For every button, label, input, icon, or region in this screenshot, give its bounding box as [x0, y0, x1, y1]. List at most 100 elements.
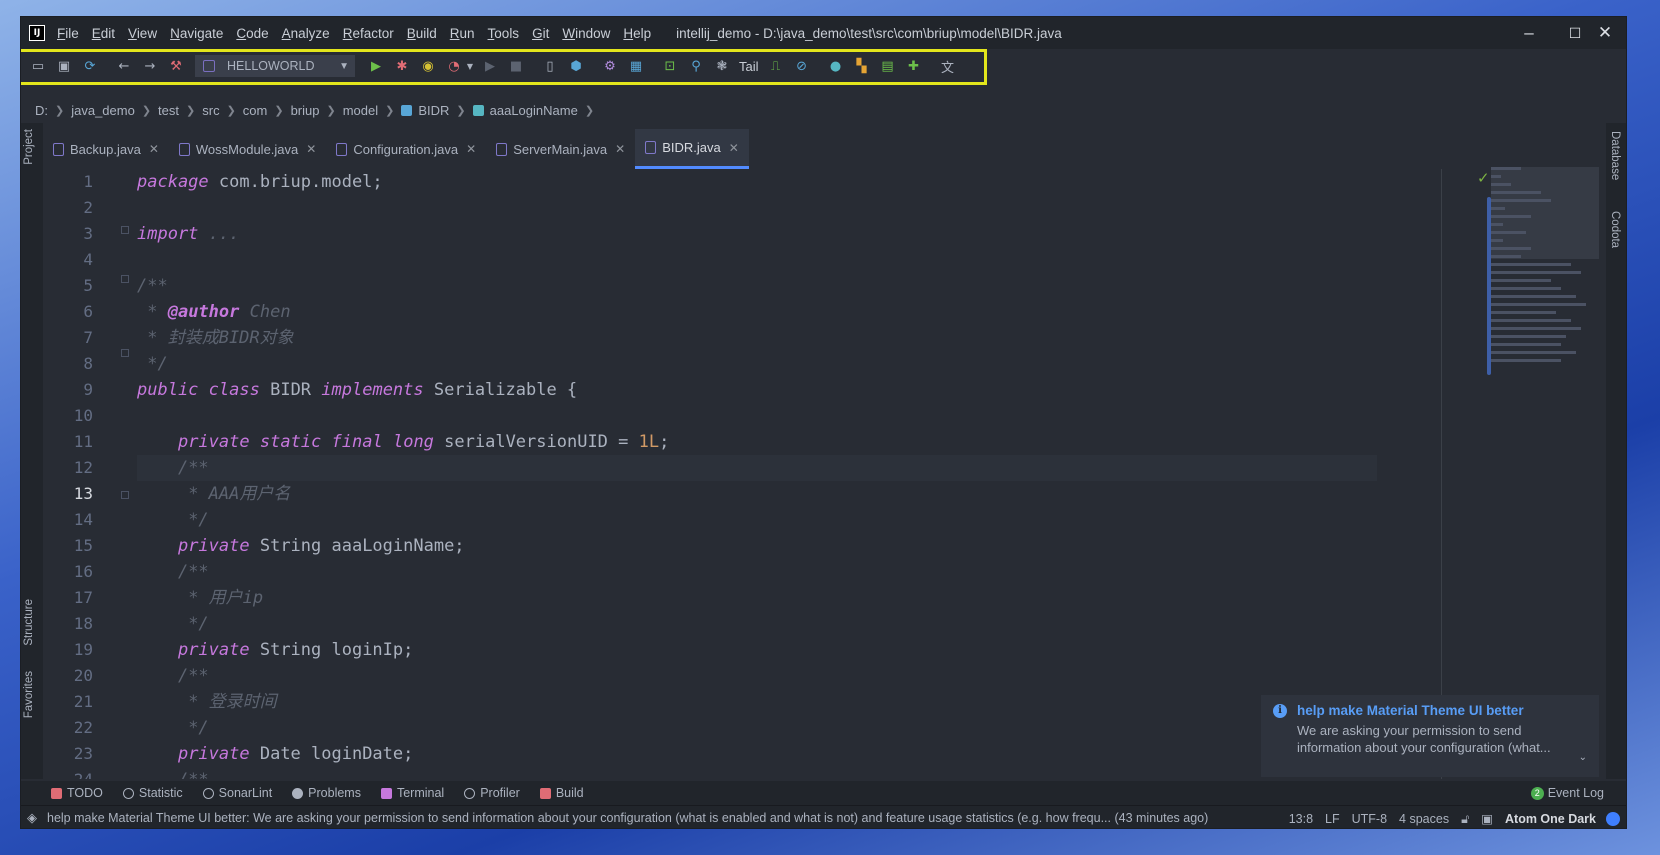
tool-window-build[interactable]: Build [539, 786, 584, 800]
menu-code[interactable]: Code [236, 26, 268, 41]
activity-monitor-icon[interactable]: ⎍ [765, 55, 787, 77]
theme-name[interactable]: Atom One Dark [1505, 812, 1596, 826]
tool-tab-favorites[interactable]: Favorites [23, 671, 35, 718]
fold-marker-icon[interactable] [121, 226, 129, 234]
breadcrumb-item[interactable]: aaaLoginName [490, 103, 578, 118]
resume-icon[interactable]: ▶ [479, 55, 501, 77]
sdk-icon[interactable]: ⬢ [565, 55, 587, 77]
breadcrumb-item[interactable]: src [202, 103, 219, 118]
line-number: 1 [83, 172, 93, 191]
tool-window-profiler[interactable]: Profiler [464, 786, 520, 800]
menu-navigate[interactable]: Navigate [170, 26, 223, 41]
event-log-button[interactable]: 2 Event Log [1530, 781, 1604, 805]
tool-window-terminal[interactable]: Terminal [380, 786, 444, 800]
tab-servermain[interactable]: ServerMain.java ✕ [486, 129, 635, 169]
bug-tracker-icon[interactable]: ❃ [711, 55, 733, 77]
profile-dropdown-icon[interactable]: ▼ [465, 55, 475, 77]
tail-button[interactable]: Tail [739, 59, 759, 74]
inspection-ok-icon[interactable]: ✓ [1477, 169, 1490, 187]
menu-git[interactable]: Git [532, 26, 549, 41]
translate-icon[interactable]: 文 [937, 55, 959, 77]
menu-run[interactable]: Run [450, 26, 475, 41]
folder-icon[interactable]: ▭ [27, 55, 49, 77]
settings-gear-icon[interactable]: ⚙ [599, 55, 621, 77]
line-separator[interactable]: LF [1325, 812, 1340, 826]
disable-icon[interactable]: ⊘ [791, 55, 813, 77]
close-tab-icon[interactable]: ✕ [149, 142, 159, 156]
breadcrumb-item[interactable]: model [343, 103, 378, 118]
stop-icon[interactable]: ■ [505, 55, 527, 77]
layout-icon[interactable]: ▤ [877, 55, 899, 77]
puzzle-icon[interactable]: ✚ [903, 55, 925, 77]
lock-icon[interactable]: 🔓︎ [1461, 811, 1469, 827]
fold-marker-icon[interactable] [121, 349, 129, 357]
close-tab-icon[interactable]: ✕ [729, 141, 739, 155]
line-number: 9 [83, 380, 93, 399]
terminal-icon[interactable]: ⊡ [659, 55, 681, 77]
close-tab-icon[interactable]: ✕ [615, 142, 625, 156]
chevron-down-icon[interactable]: ⌄ [1579, 752, 1587, 763]
menu-build[interactable]: Build [407, 26, 437, 41]
tool-window-statistic[interactable]: Statistic [122, 786, 183, 800]
menu-help[interactable]: Help [623, 26, 651, 41]
code-minimap[interactable] [1491, 167, 1599, 437]
breadcrumb-item[interactable]: java_demo [71, 103, 135, 118]
tab-configuration[interactable]: Configuration.java ✕ [326, 129, 486, 169]
fold-marker-icon[interactable] [121, 275, 129, 283]
project-structure-icon[interactable]: ▦ [625, 55, 647, 77]
breadcrumb-item[interactable]: BIDR [418, 103, 449, 118]
minimize-icon[interactable]: – [1506, 17, 1552, 49]
tool-tab-structure[interactable]: Structure [23, 599, 35, 646]
indent-setting[interactable]: 4 spaces [1399, 812, 1449, 826]
coverage-dot-icon[interactable]: ● [825, 55, 847, 77]
arrow-right-icon[interactable]: → [139, 55, 161, 77]
tab-wossmodule[interactable]: WossModule.java ✕ [169, 129, 326, 169]
breadcrumb-item[interactable]: D: [35, 103, 48, 118]
sync-icon[interactable]: ⟳ [79, 55, 101, 77]
tool-window-todo[interactable]: TODO [51, 786, 103, 800]
tool-tab-project[interactable]: Project [23, 129, 35, 165]
arrow-left-icon[interactable]: ← [113, 55, 135, 77]
breadcrumb-item[interactable]: com [243, 103, 268, 118]
tab-bidr[interactable]: BIDR.java ✕ [635, 129, 749, 169]
menu-refactor[interactable]: Refactor [343, 26, 394, 41]
caret-position[interactable]: 13:8 [1289, 812, 1313, 826]
status-message[interactable]: help make Material Theme UI better: We a… [47, 811, 1208, 825]
breadcrumb-item[interactable]: test [158, 103, 179, 118]
profile-icon[interactable]: ◔ [443, 55, 465, 77]
run-config-select[interactable]: HELLOWORLD ▼ [195, 55, 355, 77]
tab-backup[interactable]: Backup.java ✕ [43, 129, 169, 169]
terminal-icon[interactable]: ▣ [1481, 811, 1493, 826]
close-icon[interactable]: ✕ [1582, 17, 1626, 49]
breadcrumb-item[interactable]: briup [291, 103, 320, 118]
run-icon[interactable]: ▶ [365, 55, 387, 77]
close-tab-icon[interactable]: ✕ [306, 142, 316, 156]
tool-tab-database[interactable]: Database [1609, 131, 1621, 180]
menu-view[interactable]: View [128, 26, 157, 41]
notification-balloon[interactable]: i help make Material Theme UI better We … [1261, 695, 1599, 777]
close-tab-icon[interactable]: ✕ [466, 142, 476, 156]
tool-window-sonarlint[interactable]: SonarLint [202, 786, 272, 800]
ide-status-icon[interactable] [1606, 811, 1620, 826]
fold-marker-icon[interactable] [121, 491, 129, 499]
hammer-icon[interactable]: ⚒ [165, 55, 187, 77]
statistic-icon [122, 787, 134, 799]
menu-edit[interactable]: Edit [92, 26, 115, 41]
menu-window[interactable]: Window [562, 26, 610, 41]
save-icon[interactable]: ▣ [53, 55, 75, 77]
menu-analyze[interactable]: Analyze [282, 26, 330, 41]
tool-window-problems[interactable]: Problems [292, 786, 361, 800]
debug-icon[interactable]: ✱ [391, 55, 413, 77]
plugin-grid-icon[interactable]: ▚ [851, 55, 873, 77]
file-encoding[interactable]: UTF-8 [1352, 812, 1387, 826]
menu-tools[interactable]: Tools [488, 26, 520, 41]
notification-title[interactable]: help make Material Theme UI better [1297, 703, 1524, 718]
layers-icon[interactable]: ◈ [27, 811, 37, 826]
menu-file[interactable]: File [57, 26, 79, 41]
code-editor[interactable]: 1 2 3 4 5 6 7 8 9 10 11 12 13 14 15 16 1… [43, 169, 1386, 779]
coverage-icon[interactable]: ◉ [417, 55, 439, 77]
tool-tab-codota[interactable]: Codota [1609, 211, 1621, 248]
search-icon[interactable]: ⚲ [685, 55, 707, 77]
tool-window-bar: TODO Statistic SonarLint Problems Termin… [21, 781, 1626, 805]
device-icon[interactable]: ▯ [539, 55, 561, 77]
